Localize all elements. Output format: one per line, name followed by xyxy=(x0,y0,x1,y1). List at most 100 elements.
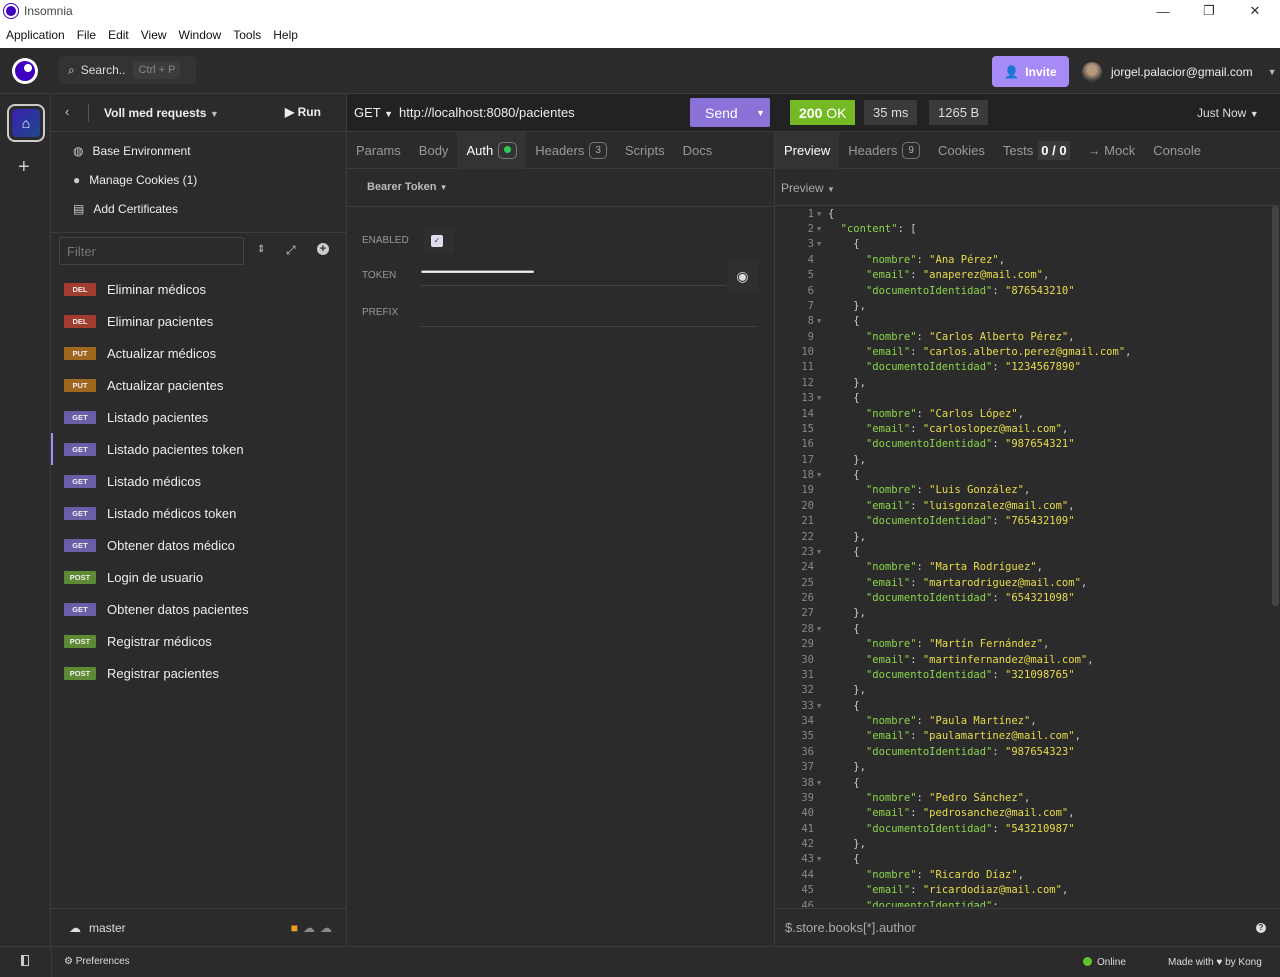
search-button[interactable]: ⌕ Search.. Ctrl + P xyxy=(58,56,196,84)
expand-icon[interactable]: ⤢ xyxy=(286,243,296,258)
user-menu[interactable]: jorgel.palacior@gmail.com ▼ xyxy=(1082,56,1277,87)
auth-active-indicator-icon xyxy=(498,141,518,159)
git-box-icon[interactable]: ■ xyxy=(291,921,298,935)
token-input[interactable]: ••••••••••••••••••••••••••••••••••••••••… xyxy=(421,264,726,286)
menu-tools[interactable]: Tools xyxy=(227,28,267,42)
menu-view[interactable]: View xyxy=(135,28,173,42)
online-status: Online xyxy=(1097,957,1126,968)
request-item[interactable]: GET Obtener datos médico xyxy=(51,529,346,561)
tab-scripts[interactable]: Scripts xyxy=(616,132,674,169)
sidebar-link[interactable]: ● Manage Cookies (1) xyxy=(73,165,197,194)
add-project-icon[interactable]: + xyxy=(18,156,30,179)
tab-params[interactable]: Params xyxy=(347,132,410,169)
request-item[interactable]: GET Listado pacientes token xyxy=(51,433,346,465)
menu-window[interactable]: Window xyxy=(173,28,228,42)
request-name: Obtener datos médico xyxy=(107,537,235,553)
jsonpath-filter-input[interactable]: $.store.books[*].author xyxy=(785,920,916,935)
filter-input[interactable] xyxy=(59,237,244,265)
code-line: 20 "email": "luisgonzalez@mail.com", xyxy=(801,499,1075,512)
request-name: Listado pacientes xyxy=(107,409,209,425)
menu-file[interactable]: File xyxy=(71,28,102,42)
request-item[interactable]: PUT Actualizar médicos xyxy=(51,337,346,369)
scrollbar[interactable] xyxy=(1272,206,1279,606)
prefix-input[interactable] xyxy=(421,305,757,327)
history-dropdown[interactable]: Just Now ▼ xyxy=(1197,106,1259,120)
response-time: 35 ms xyxy=(864,100,918,125)
code-line: 32 }, xyxy=(801,684,866,697)
preview-mode-dropdown[interactable]: Preview ▼ xyxy=(781,181,835,195)
request-item[interactable]: GET Listado médicos token xyxy=(51,497,346,529)
tab-docs[interactable]: Docs xyxy=(674,132,722,169)
code-line: 39 "nombre": "Pedro Sánchez", xyxy=(801,791,1031,804)
request-item[interactable]: POST Registrar médicos xyxy=(51,625,346,657)
tab-mock[interactable]: → Mock xyxy=(1079,132,1145,169)
code-line: 45 "email": "ricardodiaz@mail.com", xyxy=(801,884,1069,897)
chevron-down-icon: ▼ xyxy=(1267,66,1277,77)
back-icon[interactable]: ‹ xyxy=(65,104,69,119)
method-badge: GET xyxy=(64,442,96,456)
cloud-upload-icon[interactable]: ☁ xyxy=(320,921,332,935)
code-line: 9 "nombre": "Carlos Alberto Pérez", xyxy=(807,330,1075,343)
window-title: Insomnia xyxy=(24,4,73,18)
url-input[interactable]: http://localhost:8080/pacientes xyxy=(399,105,575,120)
branch-name[interactable]: master xyxy=(89,921,126,935)
collection-dropdown[interactable]: Voll med requests ▼ xyxy=(104,106,219,120)
method-select[interactable]: GET ▼ xyxy=(354,105,393,120)
code-line: 41 "documentoIdentidad": "543210987" xyxy=(801,822,1075,835)
response-filter: $.store.books[*].author ? xyxy=(775,908,1280,946)
sidebar-link[interactable]: ▤ Add Certificates xyxy=(73,194,178,223)
toggle-sidebar-icon[interactable] xyxy=(21,955,29,966)
made-with-kong[interactable]: Made with ♥ by Kong xyxy=(1168,957,1262,968)
tab-cookies[interactable]: Cookies xyxy=(929,132,994,169)
code-line: 8 ▼ { xyxy=(807,315,860,328)
tab-console[interactable]: Console xyxy=(1144,132,1210,169)
code-line: 42 }, xyxy=(801,838,866,851)
auth-type-dropdown[interactable]: Bearer Token ▼ xyxy=(367,181,447,193)
tab-body[interactable]: Body xyxy=(410,132,458,169)
sidebar-link[interactable]: ◍ Base Environment xyxy=(73,136,191,165)
add-request-icon[interactable]: + xyxy=(317,243,329,255)
tab-headers[interactable]: Headers 3 xyxy=(526,132,616,169)
url-bar: GET ▼ http://localhost:8080/pacientes Se… xyxy=(347,94,775,132)
preferences-button[interactable]: ⚙ Preferences xyxy=(64,956,130,967)
sort-icon[interactable]: ⇕ xyxy=(257,244,265,255)
request-item[interactable]: DEL Eliminar pacientes xyxy=(51,305,346,337)
send-button[interactable]: Send ▼ xyxy=(690,98,770,127)
minimize-button[interactable]: — xyxy=(1140,0,1186,22)
request-item[interactable]: PUT Actualizar pacientes xyxy=(51,369,346,401)
request-name: Login de usuario xyxy=(107,569,204,585)
add-user-icon: 👤 xyxy=(1004,64,1020,79)
enabled-checkbox[interactable]: ✓ xyxy=(431,235,443,247)
code-line: 31 "documentoIdentidad": "321098765" xyxy=(801,668,1075,681)
method-badge: PUT xyxy=(64,378,96,392)
menu-application[interactable]: Application xyxy=(0,28,71,42)
home-button[interactable]: ⌂ xyxy=(7,104,45,142)
invite-button[interactable]: 👤 Invite xyxy=(992,56,1069,87)
tab-headers[interactable]: Headers 9 xyxy=(839,132,929,169)
code-line: 38 ▼ { xyxy=(801,776,860,789)
menu-help[interactable]: Help xyxy=(267,28,304,42)
code-line: 11 "documentoIdentidad": "1234567890" xyxy=(801,361,1081,374)
code-line: 10 "email": "carlos.alberto.perez@gmail.… xyxy=(801,346,1132,359)
request-item[interactable]: DEL Eliminar médicos xyxy=(51,273,346,305)
eye-icon[interactable]: ◉ xyxy=(727,261,758,292)
request-item[interactable]: POST Registrar pacientes xyxy=(51,657,346,689)
help-icon[interactable]: ? xyxy=(1256,922,1266,933)
app-logo-icon[interactable] xyxy=(12,58,38,84)
request-item[interactable]: GET Listado médicos xyxy=(51,465,346,497)
tab-preview[interactable]: Preview xyxy=(775,131,840,169)
request-item[interactable]: GET Obtener datos pacientes xyxy=(51,593,346,625)
maximize-button[interactable]: ❐ xyxy=(1186,0,1232,22)
code-line: 25 "email": "martarodriguez@mail.com", xyxy=(801,576,1088,589)
request-item[interactable]: GET Listado pacientes xyxy=(51,401,346,433)
cloud-download-icon[interactable]: ☁ xyxy=(303,921,315,935)
request-item[interactable]: POST Login de usuario xyxy=(51,561,346,593)
menu-edit[interactable]: Edit xyxy=(102,28,135,42)
run-button[interactable]: ▶ Run xyxy=(285,105,321,119)
close-button[interactable]: ✕ xyxy=(1232,0,1278,22)
tab-tests[interactable]: Tests 0 / 0 xyxy=(994,132,1079,169)
token-label: TOKEN xyxy=(362,270,397,281)
tab-auth[interactable]: Auth xyxy=(457,131,527,169)
response-header: 200 OK 35 ms 1265 B Just Now ▼ xyxy=(775,94,1280,132)
home-icon: ⌂ xyxy=(12,109,40,137)
